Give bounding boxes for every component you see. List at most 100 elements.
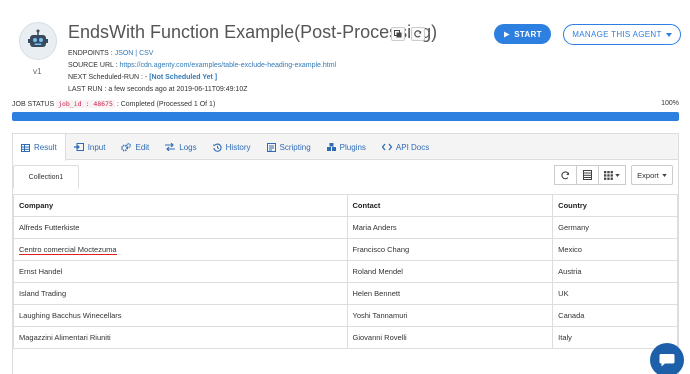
job-progress-percent: 100% <box>661 100 679 107</box>
cell-company: Laughing Bacchus Winecellars <box>13 304 348 327</box>
chat-bubble-icon <box>659 354 675 367</box>
table-row: Ernst Handel Roland Mendel Austria <box>13 260 678 283</box>
table-row: Laughing Bacchus Winecellars Yoshi Tanna… <box>13 304 678 327</box>
source-url-link[interactable]: https://cdn.agenty.com/examples/table-ex… <box>119 62 336 69</box>
robot-icon <box>28 29 48 47</box>
last-run-line: LAST RUN : a few seconds ago at 2019-06-… <box>68 86 248 93</box>
next-run-label: NEXT Scheduled-RUN : - <box>68 74 148 81</box>
tab-history-label: History <box>225 142 251 152</box>
tab-result[interactable]: Result <box>13 134 66 161</box>
tab-scripting-label: Scripting <box>279 142 311 152</box>
cell-contact: Giovanni Rovelli <box>346 326 554 349</box>
job-progress-bar <box>12 112 679 121</box>
tab-input[interactable]: Input <box>66 134 114 160</box>
refresh-icon <box>561 170 570 179</box>
table-icon <box>21 143 30 152</box>
agent-title: EndsWith Function Example(Post-Processin… <box>68 22 438 42</box>
source-label: SOURCE URL : <box>68 62 118 69</box>
tab-history[interactable]: History <box>205 134 259 160</box>
job-id-badge: job_id : 48675 <box>56 100 115 108</box>
list-view-icon <box>583 170 592 180</box>
cell-contact: Roland Mendel <box>346 260 554 283</box>
cell-country: Austria <box>552 260 678 283</box>
copy-icon <box>394 30 402 38</box>
refresh-button[interactable] <box>411 27 425 41</box>
cell-company: Centro comercial Moctezuma <box>13 238 348 261</box>
table-row: Island Trading Helen Bennett UK <box>13 282 678 305</box>
tab-scripting[interactable]: Scripting <box>259 134 319 160</box>
toggle-view-button[interactable] <box>576 165 599 185</box>
tab-api-docs[interactable]: API Docs <box>374 134 437 160</box>
cell-country: Canada <box>552 304 678 327</box>
source-line: SOURCE URL : https://cdn.agenty.com/exam… <box>68 62 336 69</box>
tab-edit[interactable]: Edit <box>113 134 157 160</box>
cell-contact: Maria Anders <box>346 216 554 239</box>
tab-api-docs-label: API Docs <box>395 142 430 152</box>
tab-edit-label: Edit <box>135 142 150 152</box>
result-toolbar <box>554 165 626 185</box>
copy-button[interactable] <box>391 27 405 41</box>
table-row: Centro comercial Moctezuma Francisco Cha… <box>13 238 678 261</box>
last-run-label: LAST RUN : <box>68 86 107 93</box>
collection-tab[interactable]: Collection1 <box>13 165 79 189</box>
cell-company: Magazzini Alimentari Riuniti <box>13 326 348 349</box>
caret-down-icon <box>662 173 667 177</box>
tab-logs[interactable]: Logs <box>157 134 204 160</box>
caret-down-icon <box>615 173 620 177</box>
job-status-text: : Completed (Processed 1 Of 1) <box>116 101 216 108</box>
script-icon <box>266 142 276 152</box>
caret-down-icon <box>665 32 672 37</box>
grid-icon <box>604 170 613 180</box>
column-header-company[interactable]: Company <box>13 194 348 217</box>
cell-company: Island Trading <box>13 282 348 305</box>
chat-widget-button[interactable] <box>650 343 684 374</box>
next-run-line: NEXT Scheduled-RUN : - [Not Scheduled Ye… <box>68 74 217 81</box>
agent-tabs: Result Input Edit Logs History Scripting… <box>13 134 678 161</box>
cell-country: Germany <box>552 216 678 239</box>
plugin-icon <box>326 142 336 151</box>
endpoints-line: ENDPOINTS : JSON | CSV <box>68 50 153 57</box>
job-status-line: JOB STATUS job_id : 48675 : Completed (P… <box>12 100 215 108</box>
export-dropdown[interactable]: Export <box>631 165 673 185</box>
last-run-value: a few seconds ago at 2019-06-11T09:49:10… <box>108 86 248 93</box>
table-row: Alfreds Futterkiste Maria Anders Germany <box>13 216 678 239</box>
cell-company: Alfreds Futterkiste <box>13 216 348 239</box>
tab-input-label: Input <box>87 142 106 152</box>
cell-contact: Yoshi Tannamuri <box>346 304 554 327</box>
version-label: v1 <box>33 67 42 76</box>
start-button[interactable]: START <box>494 24 551 44</box>
history-icon <box>212 143 222 152</box>
columns-dropdown[interactable] <box>598 165 626 185</box>
manage-agent-label: MANAGE THIS AGENT <box>572 30 662 39</box>
tab-plugins-label: Plugins <box>339 142 366 152</box>
cell-contact: Francisco Chang <box>346 238 554 261</box>
column-header-contact[interactable]: Contact <box>346 194 554 217</box>
play-icon <box>504 31 510 37</box>
cell-contact: Helen Bennett <box>346 282 554 305</box>
input-icon <box>73 143 84 151</box>
table-row: Magazzini Alimentari Riuniti Giovanni Ro… <box>13 326 678 349</box>
reload-results-button[interactable] <box>554 165 577 185</box>
csv-endpoint-link[interactable]: CSV <box>139 50 153 57</box>
agent-logo <box>19 22 57 60</box>
table-header-row: Company Contact Country <box>13 194 678 217</box>
job-status-label: JOB STATUS <box>12 101 55 108</box>
exchange-icon <box>165 143 176 151</box>
result-table: Company Contact Country Alfreds Futterki… <box>13 194 678 349</box>
cell-country: Mexico <box>552 238 678 261</box>
cell-company: Ernst Handel <box>13 260 348 283</box>
spellcheck-underlined-text: Centro comercial Moctezuma <box>19 245 117 255</box>
tab-result-label: Result <box>34 143 57 152</box>
refresh-icon <box>414 30 422 38</box>
json-endpoint-link[interactable]: JSON <box>115 50 134 57</box>
tab-logs-label: Logs <box>179 142 197 152</box>
column-header-country[interactable]: Country <box>552 194 678 217</box>
manage-agent-dropdown[interactable]: MANAGE THIS AGENT <box>563 24 681 45</box>
endpoints-label: ENDPOINTS : <box>68 50 113 57</box>
gears-icon <box>121 142 132 151</box>
tab-plugins[interactable]: Plugins <box>319 134 374 160</box>
code-icon <box>381 143 392 151</box>
job-progress-fill <box>12 112 679 121</box>
cell-country: UK <box>552 282 678 305</box>
next-run-value: [Not Scheduled Yet ] <box>149 74 218 81</box>
